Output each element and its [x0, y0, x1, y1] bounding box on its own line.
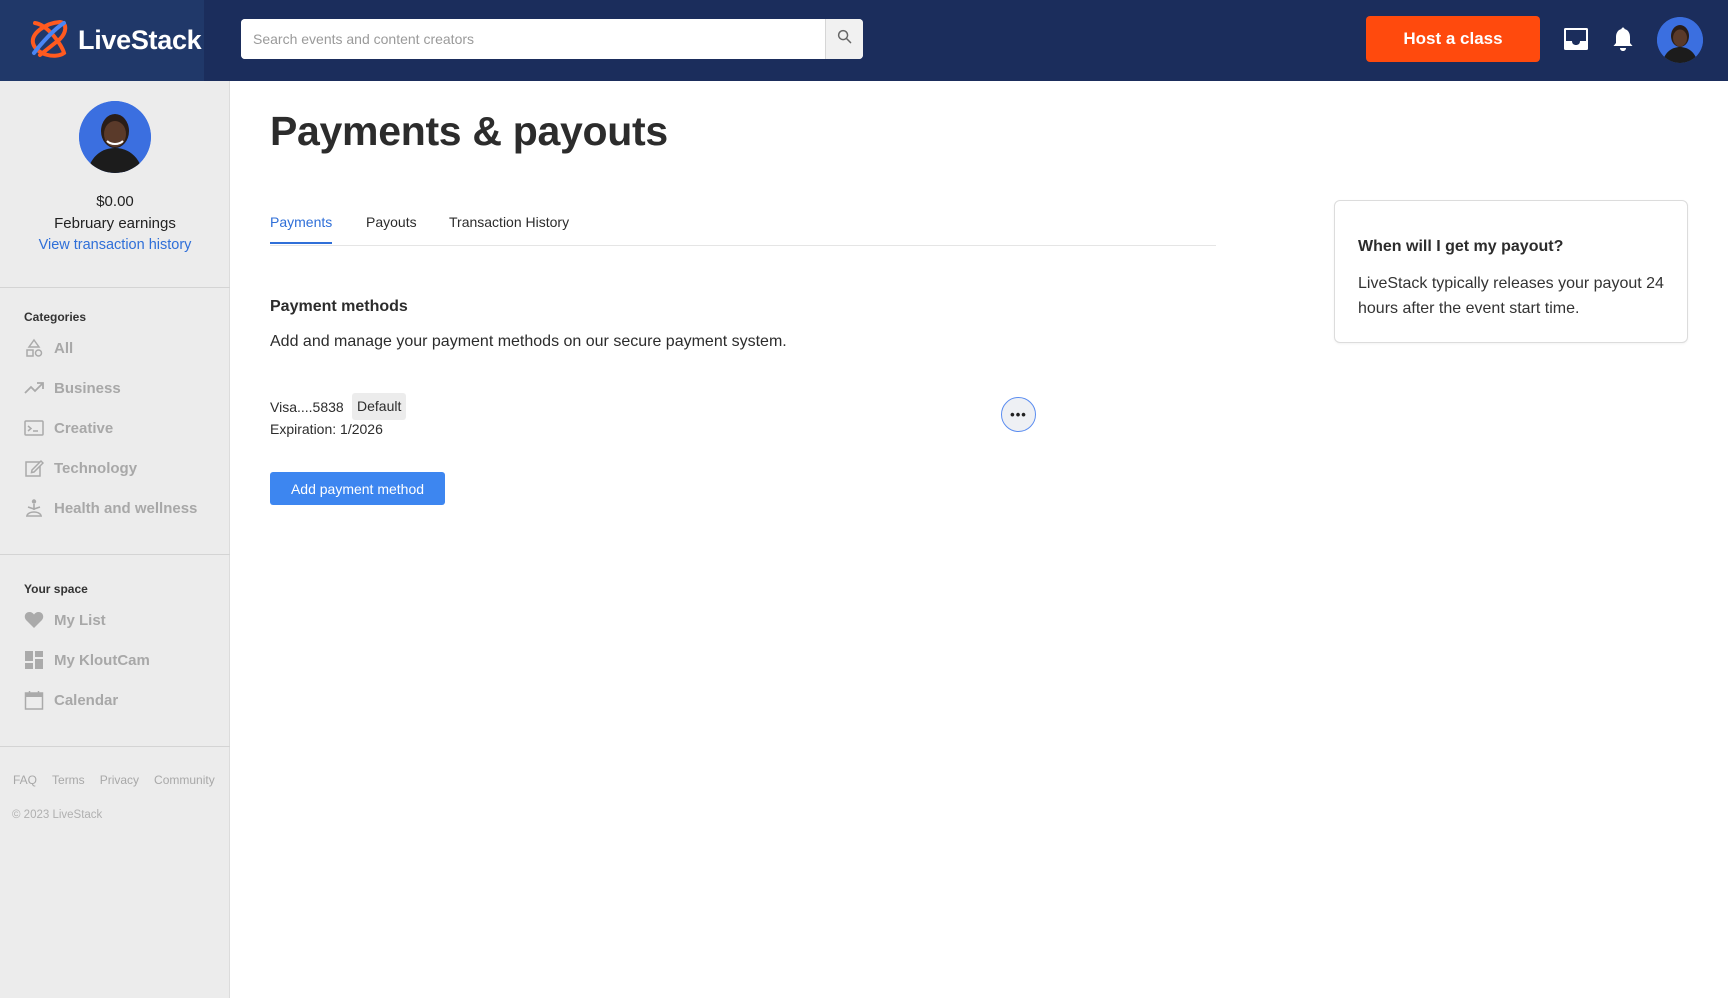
- footer-link-terms[interactable]: Terms: [52, 773, 85, 787]
- meditation-icon: [22, 496, 46, 520]
- sidebar-item-label: My List: [54, 611, 106, 629]
- search-icon: [837, 29, 852, 49]
- sidebar-item-label: Health and wellness: [54, 499, 198, 517]
- sidebar-item-health-and-wellness[interactable]: Health and wellness: [22, 493, 222, 523]
- user-avatar[interactable]: [1657, 17, 1703, 63]
- sidebar-item-label: Creative: [54, 419, 114, 437]
- payout-info-card: When will I get my payout? LiveStack typ…: [1334, 200, 1688, 343]
- search-input[interactable]: [241, 19, 825, 59]
- brand-name: LiveStack: [78, 25, 202, 55]
- sidebar-divider: [0, 287, 230, 288]
- sidebar-item-label: All: [54, 339, 74, 357]
- top-header: LiveStack Host a class: [0, 0, 1728, 81]
- add-payment-method-button[interactable]: Add payment method: [270, 472, 445, 505]
- heart-icon: [22, 608, 46, 632]
- view-transaction-history-link[interactable]: View transaction history: [0, 237, 230, 253]
- footer-links: FAQ Terms Privacy Community: [13, 773, 215, 787]
- sidebar-item-all[interactable]: All: [22, 333, 222, 363]
- sidebar-item-my-list[interactable]: My List: [22, 605, 222, 635]
- page-title: Payments & payouts: [270, 108, 668, 154]
- sidebar-item-business[interactable]: Business: [22, 373, 222, 403]
- payout-info-body: LiveStack typically releases your payout…: [1358, 275, 1664, 317]
- sidebar-item-label: Calendar: [54, 691, 119, 709]
- earnings-label: February earnings: [54, 215, 176, 232]
- sidebar-item-calendar[interactable]: Calendar: [22, 685, 222, 715]
- payment-methods-description: Add and manage your payment methods on o…: [270, 333, 787, 350]
- default-badge: Default: [352, 393, 407, 420]
- sidebar-item-label: Business: [54, 379, 121, 397]
- brand-logo[interactable]: LiveStack: [0, 0, 204, 81]
- calendar-icon: [22, 688, 46, 712]
- livestack-logo-icon: [26, 15, 72, 66]
- earnings-amount: $0.00: [96, 193, 134, 210]
- tab-bar: Payments Payouts Transaction History: [270, 206, 1216, 246]
- terminal-icon: [22, 416, 46, 440]
- search-bar: [241, 19, 863, 59]
- your-space-heading: Your space: [24, 582, 88, 596]
- sidebar-item-label: My KloutCam: [54, 651, 150, 669]
- tab-payments[interactable]: Payments: [270, 214, 333, 244]
- sidebar: $0.00 February earnings View transaction…: [0, 81, 230, 998]
- host-class-button[interactable]: Host a class: [1366, 16, 1540, 62]
- sidebar-item-my-kloutcam[interactable]: My KloutCam: [22, 645, 222, 675]
- more-icon: •••: [1010, 407, 1027, 422]
- sidebar-divider: [0, 554, 230, 555]
- trending-up-icon: [22, 376, 46, 400]
- sidebar-item-creative[interactable]: Creative: [22, 413, 222, 443]
- profile-avatar[interactable]: [79, 101, 151, 173]
- dashboard-icon: [22, 648, 46, 672]
- bell-icon[interactable]: [1608, 24, 1638, 54]
- card-expiration: Expiration: 1/2026: [270, 421, 383, 437]
- tab-transaction-history[interactable]: Transaction History: [449, 214, 569, 242]
- card-number: Visa....5838: [270, 399, 344, 415]
- sidebar-item-technology[interactable]: Technology: [22, 453, 222, 483]
- footer-link-faq[interactable]: FAQ: [13, 773, 37, 787]
- footer-link-community[interactable]: Community: [154, 773, 215, 787]
- inbox-icon[interactable]: [1561, 24, 1591, 54]
- categories-heading: Categories: [24, 310, 87, 324]
- sidebar-item-label: Technology: [54, 459, 138, 477]
- footer-link-privacy[interactable]: Privacy: [100, 773, 139, 787]
- more-options-button[interactable]: •••: [1001, 397, 1036, 432]
- tab-payouts[interactable]: Payouts: [366, 214, 417, 242]
- payout-info-title: When will I get my payout?: [1358, 238, 1564, 255]
- sidebar-divider: [0, 746, 230, 747]
- edit-icon: [22, 456, 46, 480]
- shapes-icon: [22, 336, 46, 360]
- search-button[interactable]: [825, 19, 863, 59]
- payment-methods-title: Payment methods: [270, 298, 408, 315]
- copyright: © 2023 LiveStack: [12, 809, 103, 821]
